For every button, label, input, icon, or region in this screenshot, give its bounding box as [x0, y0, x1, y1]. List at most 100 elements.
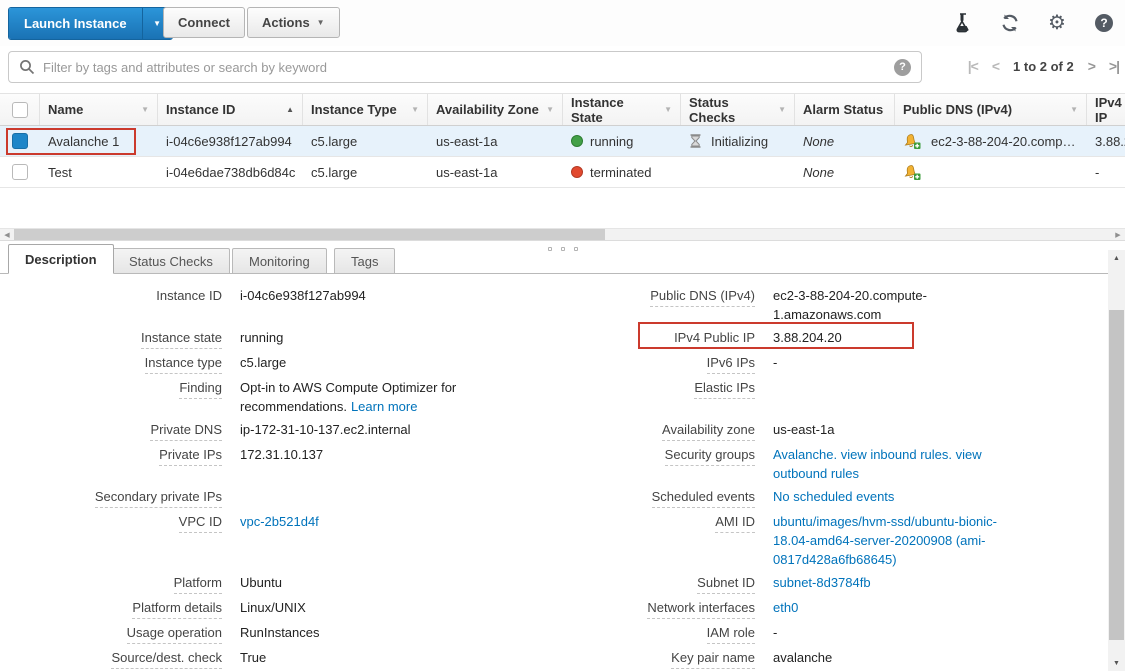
vertical-scrollbar-thumb[interactable] [1109, 310, 1124, 640]
search-help-icon[interactable]: ? [894, 59, 911, 76]
hourglass-icon [689, 134, 702, 148]
horizontal-scrollbar-thumb[interactable] [14, 229, 605, 240]
cell-name: Avalanche 1 [40, 126, 158, 156]
column-header-status-checks[interactable]: Status Checks ▼ [681, 94, 795, 125]
terminated-status-icon [571, 166, 583, 178]
running-status-icon [571, 135, 583, 147]
column-header-ipv4-public-ip[interactable]: IPv4 Public IP [1087, 94, 1125, 125]
column-header-instance-state[interactable]: Instance State ▼ [563, 94, 681, 125]
description-row: Platform Ubuntu Subnet ID subnet-8d3784f… [0, 573, 1108, 598]
description-row: VPC ID vpc-2b521d4f AMI ID ubuntu/images… [0, 512, 1108, 573]
table-row[interactable]: Test i-04e6dae738db6d84c c5.large us-eas… [0, 157, 1125, 188]
field-value: - [773, 353, 1108, 376]
column-header-availability-zone[interactable]: Availability Zone ▼ [428, 94, 563, 125]
horizontal-scrollbar[interactable]: ◀ ▶ [0, 228, 1125, 241]
tab-tags[interactable]: Tags [334, 248, 395, 274]
cell-public-dns [895, 157, 1087, 187]
table-row[interactable]: Avalanche 1 i-04c6e938f127ab994 c5.large… [0, 126, 1125, 157]
scroll-right-icon[interactable]: ▶ [1111, 229, 1125, 240]
description-row: Source/dest. check True Key pair name av… [0, 648, 1108, 671]
pagination: |< < 1 to 2 of 2 > >| [968, 58, 1119, 74]
tab-monitoring[interactable]: Monitoring [232, 248, 327, 274]
cell-name: Test [40, 157, 158, 187]
create-alarm-bell-icon[interactable] [903, 164, 921, 181]
settings-gear-icon[interactable]: ⚙ [1046, 12, 1068, 34]
select-all-checkbox[interactable] [12, 102, 28, 118]
cell-status-checks [681, 157, 795, 187]
field-value: c5.large [240, 353, 520, 376]
scroll-down-icon[interactable]: ▼ [1108, 655, 1125, 671]
scroll-left-icon[interactable]: ◀ [0, 229, 14, 240]
description-row: Private IPs 172.31.10.137 Security group… [0, 445, 1108, 487]
field-value: ec2-3-88-204-20.compute- 1.amazonaws.com [773, 286, 1108, 328]
field-label: Elastic IPs [520, 378, 755, 403]
vertical-scrollbar[interactable]: ▲ ▼ [1108, 250, 1125, 671]
field-value: avalanche [773, 648, 1108, 671]
pagination-last-icon[interactable]: >| [1109, 58, 1119, 74]
field-value: RunInstances [240, 623, 520, 646]
sort-caret-icon: ▼ [135, 105, 149, 114]
pagination-prev-icon[interactable]: < [992, 58, 999, 74]
description-row: Instance state running IPv4 Public IP 3.… [0, 328, 1108, 353]
panel-resize-handle[interactable] [548, 247, 578, 251]
tab-status-checks[interactable]: Status Checks [112, 248, 230, 274]
table-header: Name ▼ Instance ID ▲ Instance Type ▼ Ava… [0, 93, 1125, 126]
column-header-instance-type[interactable]: Instance Type ▼ [303, 94, 428, 125]
chevron-down-icon: ▼ [153, 20, 161, 28]
state-label: terminated [590, 165, 651, 180]
column-header-public-dns[interactable]: Public DNS (IPv4) ▼ [895, 94, 1087, 125]
actions-button[interactable]: Actions ▼ [247, 7, 340, 38]
help-icon[interactable]: ? [1093, 12, 1115, 34]
column-label: Public DNS (IPv4) [903, 102, 1012, 117]
pagination-first-icon[interactable]: |< [968, 58, 978, 74]
field-label: Platform details [0, 598, 222, 623]
cell-instance-state: terminated [563, 157, 681, 187]
description-panel: Instance ID i-04c6e938f127ab994 Public D… [0, 274, 1108, 671]
field-label: Private IPs [0, 445, 222, 470]
column-header-name[interactable]: Name ▼ [40, 94, 158, 125]
cell-status-checks: Initializing [681, 126, 795, 156]
row-checkbox[interactable] [12, 164, 28, 180]
sort-caret-icon: ▼ [540, 105, 554, 114]
sort-caret-icon: ▼ [1064, 105, 1078, 114]
experiments-flask-icon[interactable] [952, 12, 974, 34]
connect-button[interactable]: Connect [163, 7, 245, 38]
tab-description[interactable]: Description [8, 244, 114, 274]
field-label: IPv4 Public IP [520, 328, 755, 353]
column-label: Name [48, 102, 83, 117]
search-placeholder: Filter by tags and attributes or search … [43, 60, 894, 75]
column-header-instance-id[interactable]: Instance ID ▲ [158, 94, 303, 125]
field-label: Availability zone [520, 420, 755, 445]
field-value [773, 378, 1108, 382]
launch-instance-split-button: Launch Instance ▼ [8, 7, 173, 40]
column-label: Status Checks [689, 95, 772, 125]
detail-tabs: Description Status Checks Monitoring Tag… [0, 244, 1125, 274]
field-label: Secondary private IPs [0, 487, 222, 512]
field-link[interactable]: Learn more [351, 399, 417, 414]
create-alarm-bell-icon[interactable] [903, 133, 921, 150]
cell-availability-zone: us-east-1a [428, 126, 563, 156]
refresh-icon[interactable] [999, 12, 1021, 34]
column-label: IPv4 Public IP [1095, 95, 1125, 125]
field-label: Public DNS (IPv4) [520, 286, 755, 311]
sort-caret-icon: ▼ [658, 105, 672, 114]
field-value: Opt-in to AWS Compute Optimizer for reco… [240, 378, 520, 420]
public-dns-label: ec2-3-88-204-20.comp… [931, 134, 1076, 149]
sort-asc-icon: ▲ [280, 105, 294, 114]
state-label: running [590, 134, 633, 149]
field-value: i-04c6e938f127ab994 [240, 286, 520, 309]
toolbar: Launch Instance ▼ Connect Actions ▼ ⚙ ? [0, 0, 1125, 46]
description-row: Secondary private IPs Scheduled events N… [0, 487, 1108, 512]
field-label: Instance state [0, 328, 222, 353]
launch-instance-button[interactable]: Launch Instance [9, 8, 142, 39]
field-label: VPC ID [0, 512, 222, 537]
cell-alarm-status: None [795, 157, 895, 187]
pagination-label: 1 to 2 of 2 [1013, 59, 1074, 74]
chevron-down-icon: ▼ [317, 19, 325, 27]
pagination-next-icon[interactable]: > [1088, 58, 1095, 74]
column-header-alarm-status[interactable]: Alarm Status [795, 94, 895, 125]
row-checkbox[interactable] [12, 133, 28, 149]
scroll-up-icon[interactable]: ▲ [1108, 250, 1125, 266]
search-input[interactable]: Filter by tags and attributes or search … [8, 51, 922, 83]
field-value: - [773, 623, 1108, 646]
